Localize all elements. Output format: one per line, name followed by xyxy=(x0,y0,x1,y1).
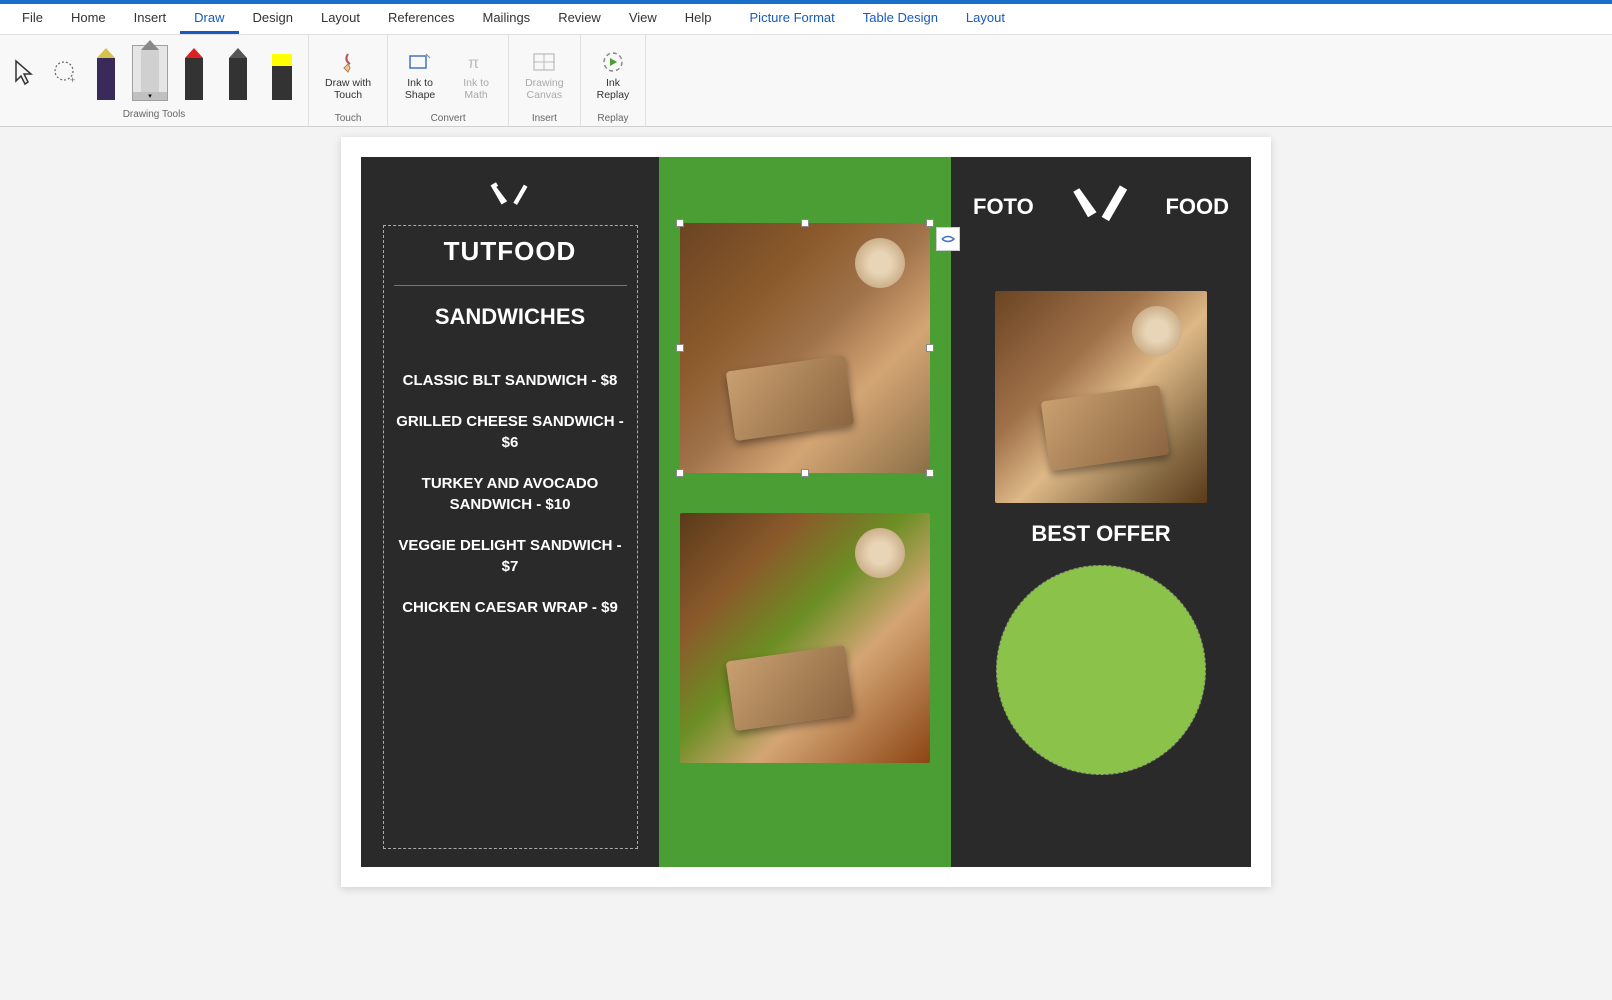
ribbon-tabs: File Home Insert Draw Design Layout Refe… xyxy=(0,4,1612,35)
touch-icon xyxy=(332,48,364,76)
ink-shape-icon xyxy=(404,48,436,76)
panel-left: TUTFOOD SANDWICHES CLASSIC BLT SANDWICH … xyxy=(361,157,659,867)
menu-item: TURKEY AND AVOCADO SANDWICH - $10 xyxy=(394,473,627,515)
offer-circle[interactable] xyxy=(996,565,1206,775)
group-convert: Convert xyxy=(431,111,466,126)
draw-with-touch-button[interactable]: Draw with Touch xyxy=(317,39,379,111)
menu-item: CLASSIC BLT SANDWICH - $8 xyxy=(394,370,627,391)
handle-tr[interactable] xyxy=(926,219,934,227)
tab-home[interactable]: Home xyxy=(57,4,120,34)
canvas-icon xyxy=(528,48,560,76)
tab-review[interactable]: Review xyxy=(544,4,615,34)
tab-layout[interactable]: Layout xyxy=(307,4,374,34)
handle-bl[interactable] xyxy=(676,469,684,477)
tab-picture-format[interactable]: Picture Format xyxy=(736,4,849,34)
tab-help[interactable]: Help xyxy=(671,4,726,34)
ink-replay-button[interactable]: Ink Replay xyxy=(589,39,638,111)
pen-dark[interactable] xyxy=(220,45,256,101)
handle-b[interactable] xyxy=(801,469,809,477)
food-image-1[interactable] xyxy=(680,223,930,473)
group-touch: Touch xyxy=(335,111,362,126)
lasso-tool[interactable]: + xyxy=(48,49,80,97)
tab-references[interactable]: References xyxy=(374,4,468,34)
menu-item: GRILLED CHEESE SANDWICH - $6 xyxy=(394,411,627,453)
tab-mailings[interactable]: Mailings xyxy=(469,4,545,34)
layout-options-button[interactable] xyxy=(936,227,960,251)
panel-middle xyxy=(659,157,951,867)
menu-title: TUTFOOD xyxy=(394,236,627,267)
tab-file[interactable]: File xyxy=(8,4,57,34)
best-offer-label: BEST OFFER xyxy=(1031,521,1170,547)
ribbon-content: + ▾ Drawing Tools Draw xyxy=(0,35,1612,127)
handle-r[interactable] xyxy=(926,344,934,352)
group-replay: Replay xyxy=(597,111,628,126)
panel-right: FOTO FOOD BEST OFFER xyxy=(951,157,1251,867)
svg-text:π: π xyxy=(468,55,479,72)
pen-gray[interactable]: ▾ xyxy=(132,45,168,101)
svg-text:+: + xyxy=(70,75,75,85)
ink-to-shape-button[interactable]: Ink to Shape xyxy=(396,39,444,111)
tab-table-design[interactable]: Table Design xyxy=(849,4,952,34)
group-insert: Insert xyxy=(532,111,557,126)
handle-l[interactable] xyxy=(676,344,684,352)
pen-yellow[interactable] xyxy=(88,45,124,101)
group-drawing-tools: Drawing Tools xyxy=(123,107,186,122)
foto-label: FOTO xyxy=(973,194,1034,220)
document-area: TUTFOOD SANDWICHES CLASSIC BLT SANDWICH … xyxy=(0,127,1612,887)
highlighter-yellow[interactable] xyxy=(264,45,300,101)
select-tool[interactable] xyxy=(8,49,40,97)
ink-math-icon: π xyxy=(460,48,492,76)
food-image-2[interactable] xyxy=(680,513,930,763)
rotate-handle[interactable] xyxy=(795,187,815,207)
tab-layout-2[interactable]: Layout xyxy=(952,4,1019,34)
menu-section: SANDWICHES xyxy=(394,304,627,330)
handle-tl[interactable] xyxy=(676,219,684,227)
menu-box[interactable]: TUTFOOD SANDWICHES CLASSIC BLT SANDWICH … xyxy=(383,225,638,849)
utensils-icon xyxy=(489,175,531,217)
tab-insert[interactable]: Insert xyxy=(120,4,181,34)
selected-image-wrap[interactable] xyxy=(680,223,930,473)
replay-icon xyxy=(597,48,629,76)
page[interactable]: TUTFOOD SANDWICHES CLASSIC BLT SANDWICH … xyxy=(341,137,1271,887)
menu-item: VEGGIE DELIGHT SANDWICH - $7 xyxy=(394,535,627,577)
ink-to-math-button[interactable]: π Ink to Math xyxy=(452,39,500,111)
handle-br[interactable] xyxy=(926,469,934,477)
handle-t[interactable] xyxy=(801,219,809,227)
food-image-3[interactable] xyxy=(995,291,1207,503)
layout-options-icon xyxy=(941,232,955,246)
menu-item: CHICKEN CAESAR WRAP - $9 xyxy=(394,597,627,618)
food-label: FOOD xyxy=(1165,194,1229,220)
utensils-icon xyxy=(1072,175,1128,231)
drawing-canvas-button[interactable]: Drawing Canvas xyxy=(517,39,572,111)
tab-draw[interactable]: Draw xyxy=(180,4,238,34)
pen-red[interactable] xyxy=(176,45,212,101)
tab-view[interactable]: View xyxy=(615,4,671,34)
tab-design[interactable]: Design xyxy=(239,4,307,34)
